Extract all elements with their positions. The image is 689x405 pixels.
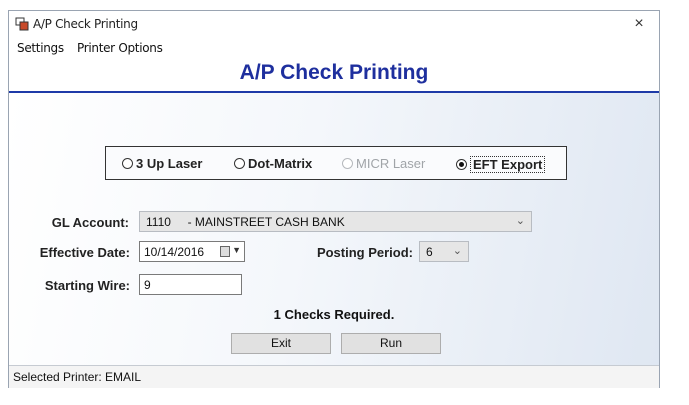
status-bar: Selected Printer: EMAIL [9,365,659,388]
starting-wire-label: Starting Wire: [44,278,130,293]
posting-period-label: Posting Period: [316,245,413,260]
gl-account-select[interactable]: 1110 - MAINSTREET CASH BANK ⌄ [139,211,532,232]
radio-dot-matrix[interactable]: Dot-Matrix [234,156,312,171]
page-title: A/P Check Printing [239,61,429,84]
starting-wire-input[interactable]: 9 [139,274,242,295]
radio-selected-icon [456,159,467,170]
menu-settings[interactable]: Settings [17,41,64,55]
gl-account-label: GL Account: [51,215,129,230]
chevron-down-icon: ▼ [232,245,241,255]
menu-bar: Settings Printer Options [9,39,659,57]
window-title: A/P Check Printing [33,17,138,31]
starting-wire-value: 9 [144,278,151,292]
chevron-down-icon: ⌄ [515,215,525,227]
radio-eft-export[interactable]: EFT Export [456,156,546,173]
selected-printer-status: Selected Printer: EMAIL [13,370,142,384]
effective-date-picker[interactable]: 10/14/2016 ▼ [139,241,245,262]
radio-label: EFT Export [470,156,546,173]
posting-period-select[interactable]: 6 ⌄ [419,241,469,262]
close-icon: × [634,15,644,32]
chevron-down-icon: ⌄ [452,245,462,257]
title-bar: A/P Check Printing × [9,11,659,37]
print-type-group: 3 Up Laser Dot-Matrix MICR Laser EFT Exp… [105,146,567,180]
radio-circle-icon [122,158,133,169]
radio-3-up-laser[interactable]: 3 Up Laser [122,156,202,171]
radio-circle-icon [234,158,245,169]
effective-date-label: Effective Date: [39,245,130,260]
close-button[interactable]: × [629,14,649,34]
app-icon [15,17,29,31]
radio-label: MICR Laser [356,156,426,171]
gl-account-value: 1110 - MAINSTREET CASH BANK [146,215,345,229]
ap-check-printing-window: A/P Check Printing × Settings Printer Op… [8,10,660,388]
main-content: 3 Up Laser Dot-Matrix MICR Laser EFT Exp… [9,93,659,365]
effective-date-value: 10/14/2016 [144,245,205,259]
radio-micr-laser: MICR Laser [342,156,425,171]
checks-required-text: 1 Checks Required. [273,307,395,322]
posting-period-value: 6 [426,245,433,259]
exit-button[interactable]: Exit [231,333,331,354]
radio-label: 3 Up Laser [136,156,203,171]
radio-label: Dot-Matrix [248,156,313,171]
radio-circle-icon [342,158,353,169]
page-header: A/P Check Printing [9,59,659,93]
menu-printer-options[interactable]: Printer Options [77,41,163,55]
run-button[interactable]: Run [341,333,441,354]
calendar-icon [220,246,230,257]
